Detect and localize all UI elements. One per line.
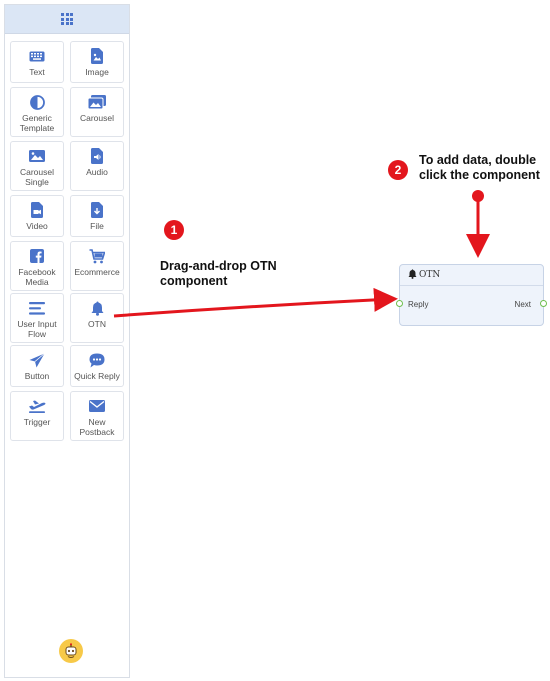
bot-avatar-icon[interactable] xyxy=(59,639,83,663)
node-title: OTN xyxy=(419,270,441,280)
components-sidebar: Text Image Generic Template Carousel Car… xyxy=(4,4,130,678)
bell-icon xyxy=(408,268,417,282)
tile-audio[interactable]: Audio xyxy=(70,141,124,191)
tile-trigger[interactable]: Trigger xyxy=(10,391,64,441)
tile-generic-template[interactable]: Generic Template xyxy=(10,87,64,137)
facebook-icon xyxy=(30,248,44,264)
tile-label: OTN xyxy=(88,319,106,329)
arrow-start-dot xyxy=(472,190,484,202)
tile-ecommerce[interactable]: Ecommerce xyxy=(70,241,124,291)
tile-label: Video xyxy=(26,221,48,231)
tile-label: Carousel Single xyxy=(19,167,55,187)
step-2-badge: 2 xyxy=(388,160,408,180)
tile-otn[interactable]: OTN xyxy=(70,293,124,343)
sidebar-header[interactable] xyxy=(5,5,129,34)
input-port-label: Reply xyxy=(408,300,429,309)
tile-carousel[interactable]: Carousel xyxy=(70,87,124,137)
step-1-text: Drag-and-drop OTN component xyxy=(160,259,277,288)
tile-facebook-media[interactable]: Facebook Media xyxy=(10,241,64,291)
chat-icon xyxy=(89,352,105,368)
tile-new-postback[interactable]: New Postback xyxy=(70,391,124,441)
otn-node[interactable]: OTN Reply Next xyxy=(396,264,547,326)
tile-carousel-single[interactable]: Carousel Single xyxy=(10,141,64,191)
bell-icon xyxy=(91,300,104,316)
envelope-icon xyxy=(89,398,105,414)
tile-label: Generic Template xyxy=(19,113,55,133)
tile-label: Quick Reply xyxy=(74,371,120,381)
input-port[interactable] xyxy=(396,300,403,307)
tile-text[interactable]: Text xyxy=(10,41,64,83)
drag-arrow xyxy=(113,287,398,318)
tile-label: Trigger xyxy=(23,417,51,427)
output-port[interactable] xyxy=(540,300,547,307)
tile-label: User Input Flow xyxy=(17,319,57,339)
tile-label: Carousel xyxy=(79,113,115,123)
tile-label: Ecommerce xyxy=(74,267,120,277)
tile-file[interactable]: File xyxy=(70,195,124,237)
step-1-badge: 1 xyxy=(164,220,184,240)
picture-icon xyxy=(29,148,45,164)
gallery-icon xyxy=(88,94,106,110)
tile-quick-reply[interactable]: Quick Reply xyxy=(70,345,124,387)
tile-user-input-flow[interactable]: User Input Flow xyxy=(10,293,64,343)
tile-label: Audio xyxy=(86,167,108,177)
tile-label: Button xyxy=(24,371,50,381)
tile-image[interactable]: Image xyxy=(70,41,124,83)
grid-icon[interactable] xyxy=(61,13,73,25)
half-circle-icon xyxy=(29,94,45,110)
tile-video[interactable]: Video xyxy=(10,195,64,237)
cart-icon xyxy=(89,248,105,264)
download-file-icon xyxy=(91,202,103,218)
tile-label: New Postback xyxy=(79,417,115,437)
tile-button[interactable]: Button xyxy=(10,345,64,387)
tile-label: Image xyxy=(85,67,109,77)
image-file-icon xyxy=(91,48,103,64)
tile-label: Text xyxy=(29,67,45,77)
lines-icon xyxy=(29,300,45,316)
output-port-label: Next xyxy=(514,300,531,309)
video-file-icon xyxy=(31,202,43,218)
plane-icon xyxy=(28,398,46,414)
step-2-text: To add data, double click the component xyxy=(419,153,540,182)
node-header[interactable]: OTN xyxy=(400,265,543,286)
keyboard-icon xyxy=(29,48,45,64)
tile-label: File xyxy=(90,221,104,231)
tile-label: Facebook Media xyxy=(18,267,56,287)
send-icon xyxy=(29,352,45,368)
audio-file-icon xyxy=(91,148,103,164)
